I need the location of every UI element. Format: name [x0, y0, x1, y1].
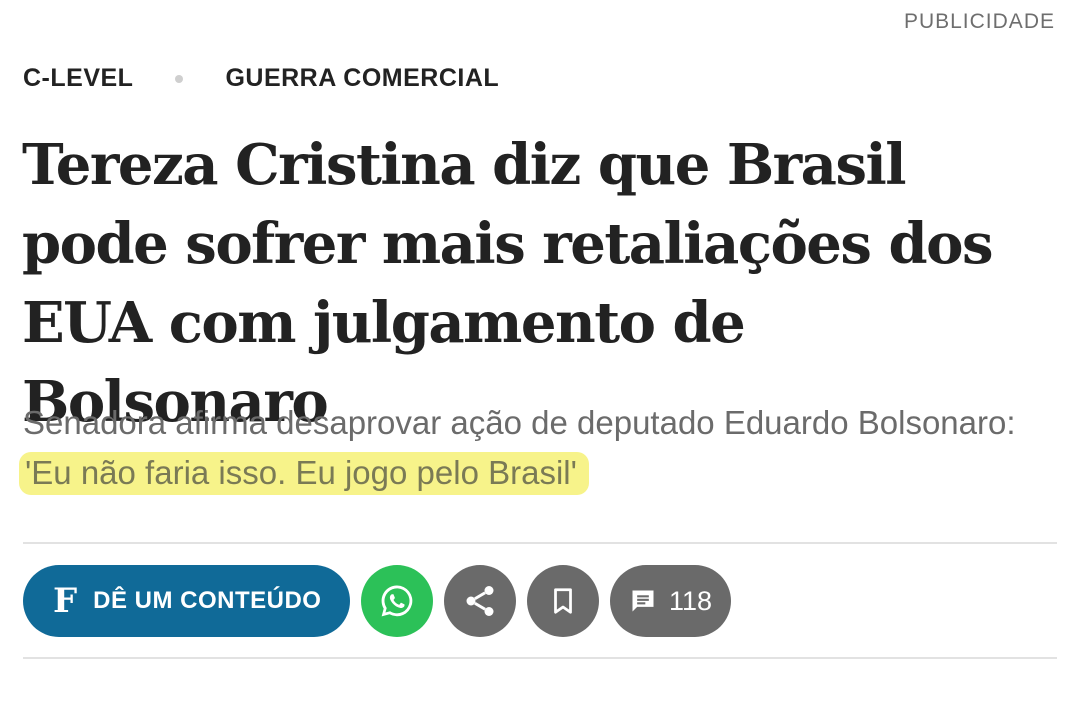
- whatsapp-share-button[interactable]: [361, 565, 433, 637]
- subtitle-highlighted-quote: 'Eu não faria isso. Eu jogo pelo Brasil': [19, 452, 589, 495]
- comment-icon: [632, 590, 654, 612]
- article-actions-bar: F DÊ UM CONTEÚDO 118: [23, 565, 731, 637]
- breadcrumb: C-LEVEL GUERRA COMERCIAL: [23, 64, 499, 93]
- share-button[interactable]: [444, 565, 516, 637]
- bookmark-button[interactable]: [527, 565, 599, 637]
- gift-content-label: DÊ UM CONTEÚDO: [93, 587, 322, 614]
- article-headline: Tereza Cristina diz que Brasil pode sofr…: [22, 132, 993, 435]
- subtitle-lead-text: Senadora afirma desaprovar ação de deput…: [23, 404, 1016, 441]
- comments-count: 118: [668, 585, 713, 616]
- ad-label: PUBLICIDADE: [903, 10, 1055, 33]
- whatsapp-icon: [381, 585, 413, 617]
- share-icon: [466, 586, 494, 616]
- breadcrumb-section-link[interactable]: C-LEVEL: [23, 64, 133, 93]
- gift-content-button[interactable]: F DÊ UM CONTEÚDO: [23, 565, 350, 637]
- folha-logo-icon: F: [53, 581, 78, 621]
- article-subtitle: Senadora afirma desaprovar ação de deput…: [19, 398, 1053, 498]
- bookmark-icon: [554, 588, 572, 614]
- breadcrumb-topic-link[interactable]: GUERRA COMERCIAL: [225, 64, 499, 93]
- article-page: PUBLICIDADE C-LEVEL GUERRA COMERCIAL Ter…: [0, 0, 1079, 723]
- top-divider: [23, 542, 1057, 544]
- bottom-divider: [23, 657, 1057, 659]
- breadcrumb-separator-dot: [175, 74, 184, 83]
- comments-button[interactable]: 118: [610, 565, 731, 637]
